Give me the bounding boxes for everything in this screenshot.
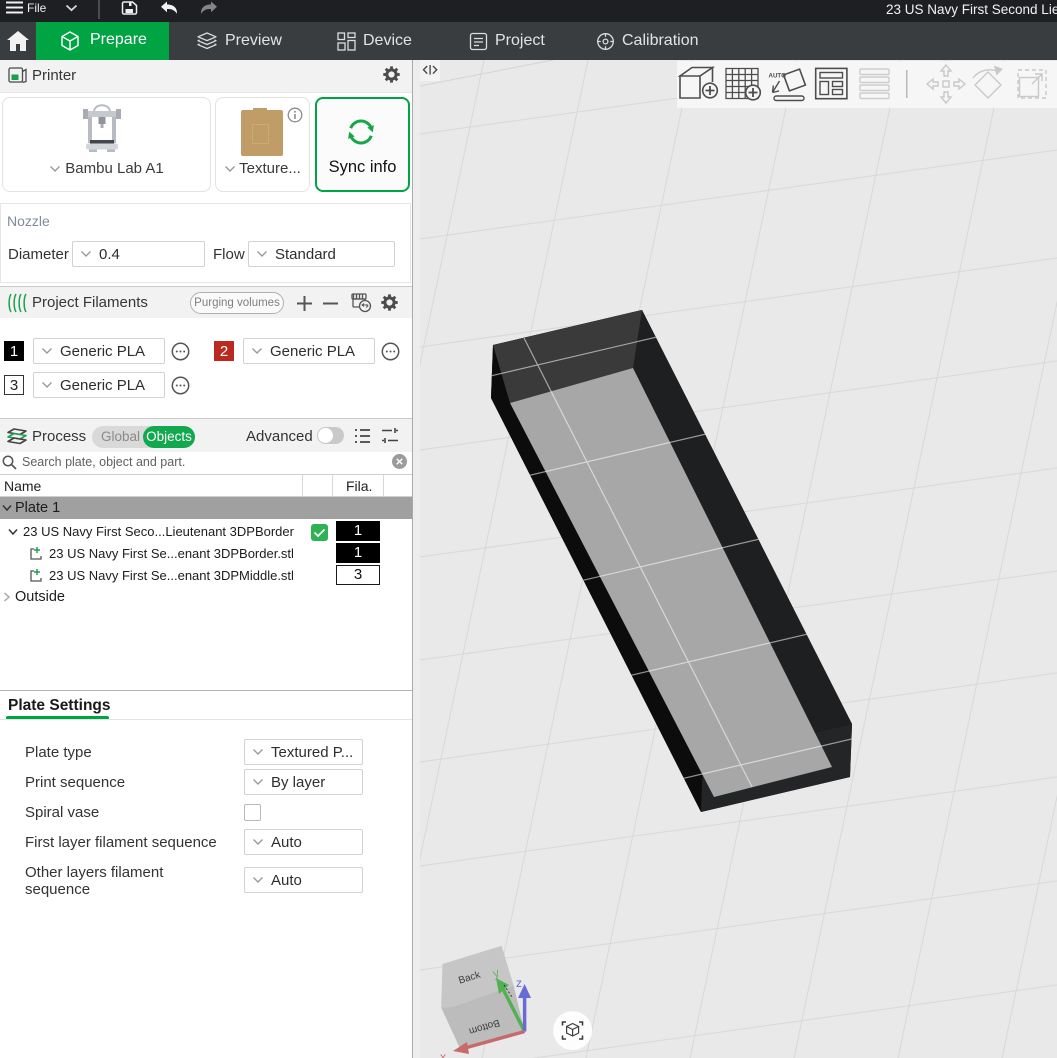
svg-text:AUTO: AUTO bbox=[769, 73, 787, 80]
svg-text:z: z bbox=[516, 976, 522, 990]
svg-text:x: x bbox=[440, 1050, 446, 1058]
